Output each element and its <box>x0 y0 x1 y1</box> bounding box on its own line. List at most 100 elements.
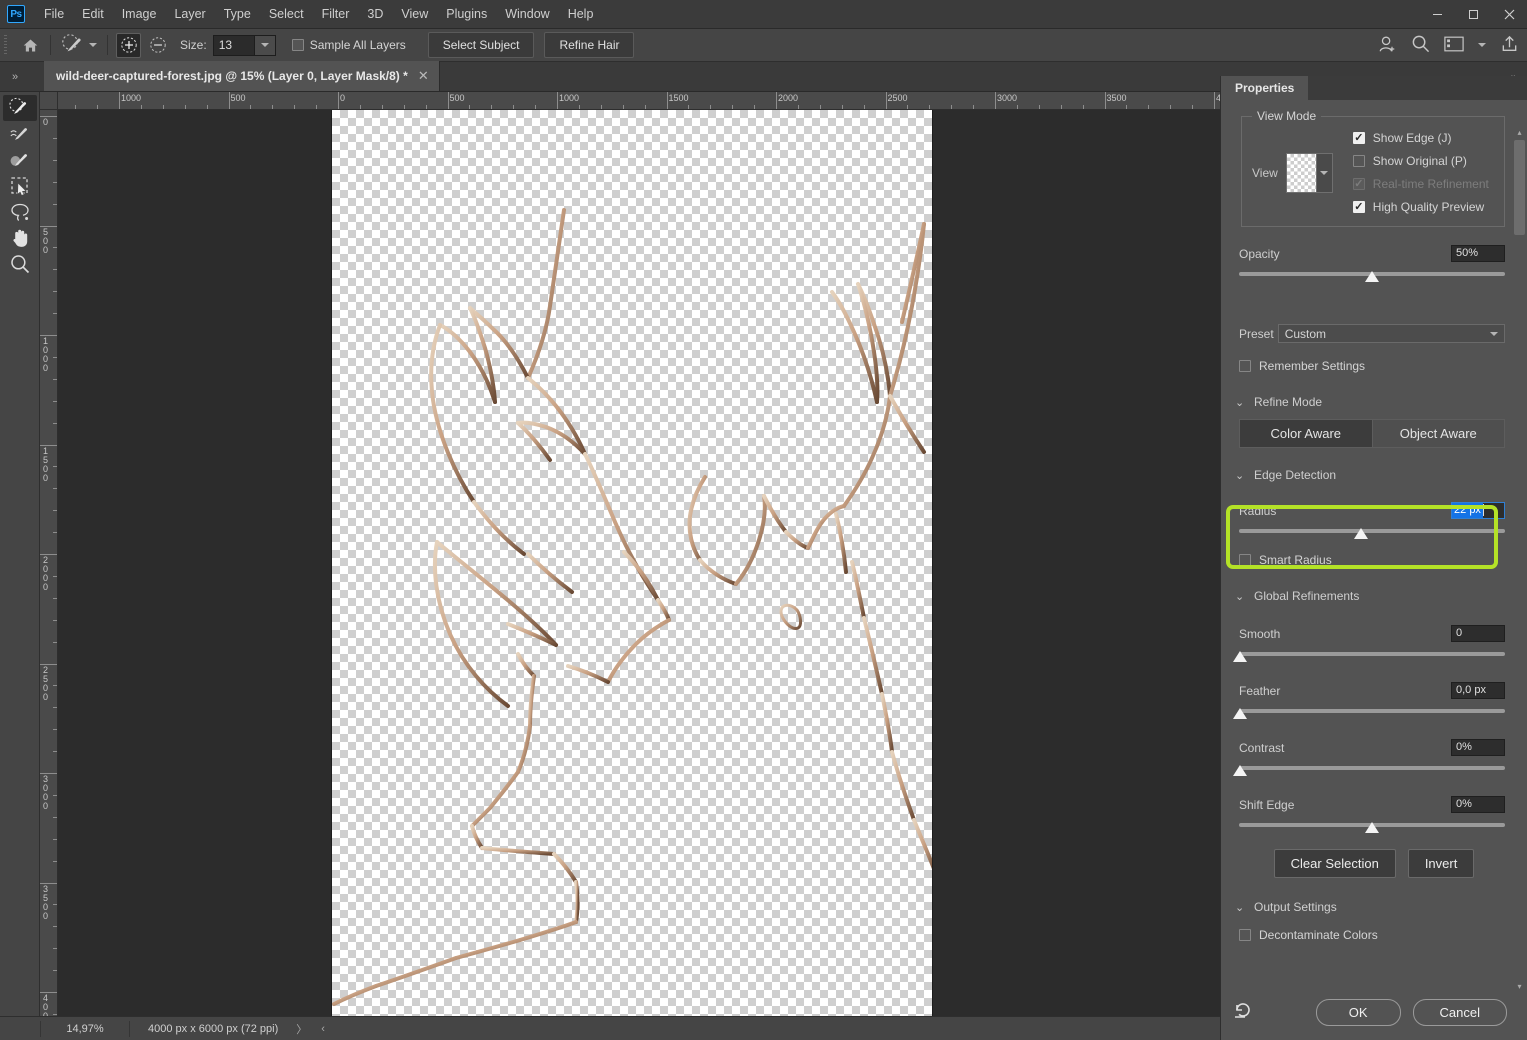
sample-all-layers-option[interactable]: Sample All Layers <box>291 38 406 52</box>
properties-scrollbar[interactable]: ▴ ▾ <box>1514 128 1525 994</box>
ok-button[interactable]: OK <box>1315 999 1401 1026</box>
size-input[interactable]: 13 <box>212 34 255 56</box>
export-icon[interactable] <box>1500 34 1519 56</box>
show-edge-checkbox[interactable] <box>1352 132 1365 144</box>
tab-properties[interactable]: Properties <box>1221 76 1309 100</box>
refine-hair-button[interactable]: Refine Hair <box>544 32 635 58</box>
canvas-area[interactable] <box>58 110 1220 1016</box>
view-mode-thumbnail[interactable] <box>1286 153 1316 192</box>
smooth-slider-knob[interactable] <box>1233 651 1247 662</box>
smooth-input[interactable]: 0 <box>1451 625 1505 642</box>
smooth-slider[interactable] <box>1233 648 1505 662</box>
menu-window[interactable]: Window <box>496 2 558 26</box>
menu-type[interactable]: Type <box>215 2 260 26</box>
clear-selection-button[interactable]: Clear Selection <box>1273 849 1396 878</box>
smart-radius-option[interactable]: Smart Radius <box>1239 553 1505 567</box>
view-mode-dropdown-button[interactable] <box>1315 153 1332 192</box>
zoom-level[interactable]: 14,97% <box>41 1023 129 1035</box>
option-high-quality-preview[interactable]: High Quality Preview <box>1352 200 1489 214</box>
refine-edge-brush-tool[interactable] <box>3 121 37 147</box>
menu-filter[interactable]: Filter <box>313 2 359 26</box>
scroll-up-icon[interactable]: ▴ <box>1514 128 1525 140</box>
radius-input[interactable]: 22 px <box>1451 502 1505 519</box>
refine-mode-object-aware[interactable]: Object Aware <box>1372 419 1505 448</box>
contrast-slider-knob[interactable] <box>1233 765 1247 776</box>
decontaminate-colors-checkbox[interactable] <box>1239 929 1251 941</box>
share-user-icon[interactable] <box>1377 34 1397 57</box>
add-to-selection-button[interactable] <box>116 32 141 58</box>
brush-tool[interactable] <box>3 147 37 173</box>
scroll-down-icon[interactable]: ▾ <box>1514 982 1525 994</box>
opacity-input[interactable]: 50% <box>1451 245 1505 262</box>
opacity-slider[interactable] <box>1239 268 1505 282</box>
hand-tool[interactable] <box>3 225 37 251</box>
contrast-slider[interactable] <box>1233 762 1505 776</box>
radius-slider[interactable] <box>1239 525 1505 539</box>
remember-settings-option[interactable]: Remember Settings <box>1239 359 1505 373</box>
home-icon[interactable] <box>16 31 44 59</box>
high-quality-preview-checkbox[interactable] <box>1352 201 1365 213</box>
options-bar-grip[interactable] <box>0 29 10 62</box>
option-show-edge[interactable]: Show Edge (J) <box>1352 131 1489 145</box>
decontaminate-colors-option[interactable]: Decontaminate Colors <box>1239 928 1505 942</box>
menu-view[interactable]: View <box>392 2 437 26</box>
menu-3d[interactable]: 3D <box>358 2 392 26</box>
show-original-checkbox[interactable] <box>1352 155 1365 167</box>
properties-scroll-thumb[interactable] <box>1514 140 1525 235</box>
feather-slider[interactable] <box>1233 705 1505 719</box>
ruler-tick <box>206 105 208 109</box>
minimize-button[interactable] <box>1419 0 1455 29</box>
output-settings-section-header[interactable]: ⌄ Output Settings <box>1235 900 1515 914</box>
menu-layer[interactable]: Layer <box>165 2 214 26</box>
refine-mode-color-aware[interactable]: Color Aware <box>1239 419 1373 448</box>
search-icon[interactable] <box>1411 34 1430 56</box>
option-show-original[interactable]: Show Original (P) <box>1352 154 1489 168</box>
vertical-ruler[interactable]: 0500100015002000250030003500400045005000… <box>40 110 58 1016</box>
radius-slider-knob[interactable] <box>1354 528 1369 539</box>
edge-detection-section-header[interactable]: ⌄ Edge Detection <box>1235 468 1515 482</box>
preset-select[interactable]: Custom <box>1277 324 1505 343</box>
view-mode-picker[interactable] <box>1285 152 1333 193</box>
close-button[interactable] <box>1491 0 1527 29</box>
invert-button[interactable]: Invert <box>1407 849 1475 878</box>
global-refinements-section-header[interactable]: ⌄ Global Refinements <box>1235 589 1515 603</box>
lasso-tool[interactable] <box>3 199 37 225</box>
maximize-button[interactable] <box>1455 0 1491 29</box>
shift-edge-slider[interactable] <box>1239 819 1505 833</box>
feather-input[interactable]: 0,0 px <box>1451 682 1505 699</box>
feather-slider-knob[interactable] <box>1233 708 1247 719</box>
remember-settings-checkbox[interactable] <box>1239 360 1251 372</box>
quick-selection-tool[interactable] <box>3 95 37 121</box>
document-tab[interactable]: wild-deer-captured-forest.jpg @ 15% (Lay… <box>44 61 440 91</box>
ruler-tick <box>53 269 57 271</box>
tool-preset-picker[interactable] <box>57 33 101 57</box>
left-panel-expander[interactable]: » <box>2 64 28 90</box>
shift-edge-input[interactable]: 0% <box>1451 796 1505 813</box>
status-collapse-icon[interactable]: ‹ <box>321 1023 325 1035</box>
status-expand-icon[interactable]: 〉 <box>296 1021 307 1037</box>
object-selection-tool[interactable] <box>3 173 37 199</box>
cancel-button[interactable]: Cancel <box>1412 999 1507 1026</box>
select-subject-button[interactable]: Select Subject <box>427 32 535 58</box>
close-icon[interactable]: ✕ <box>418 68 429 84</box>
menu-file[interactable]: File <box>35 2 73 26</box>
menu-edit[interactable]: Edit <box>73 2 113 26</box>
artboard[interactable] <box>332 110 932 1016</box>
menu-select[interactable]: Select <box>260 2 313 26</box>
menu-help[interactable]: Help <box>559 2 603 26</box>
shift-edge-slider-knob[interactable] <box>1365 822 1379 833</box>
size-dropdown-button[interactable] <box>254 34 276 56</box>
reset-icon[interactable] <box>1233 1001 1253 1024</box>
menu-plugins[interactable]: Plugins <box>437 2 496 26</box>
refine-mode-section-header[interactable]: ⌄ Refine Mode <box>1235 395 1515 409</box>
menu-image[interactable]: Image <box>113 2 166 26</box>
contrast-input[interactable]: 0% <box>1451 739 1505 756</box>
horizontal-ruler[interactable]: 1500100050005001000150020002500300035004… <box>58 92 1220 110</box>
chevron-down-icon[interactable] <box>1478 43 1486 47</box>
subtract-from-selection-button[interactable] <box>145 33 170 58</box>
sample-all-layers-checkbox[interactable] <box>291 39 304 51</box>
workspace-icon[interactable] <box>1444 36 1464 55</box>
smart-radius-checkbox[interactable] <box>1239 554 1251 566</box>
opacity-slider-knob[interactable] <box>1365 271 1379 282</box>
zoom-tool[interactable] <box>3 251 37 277</box>
